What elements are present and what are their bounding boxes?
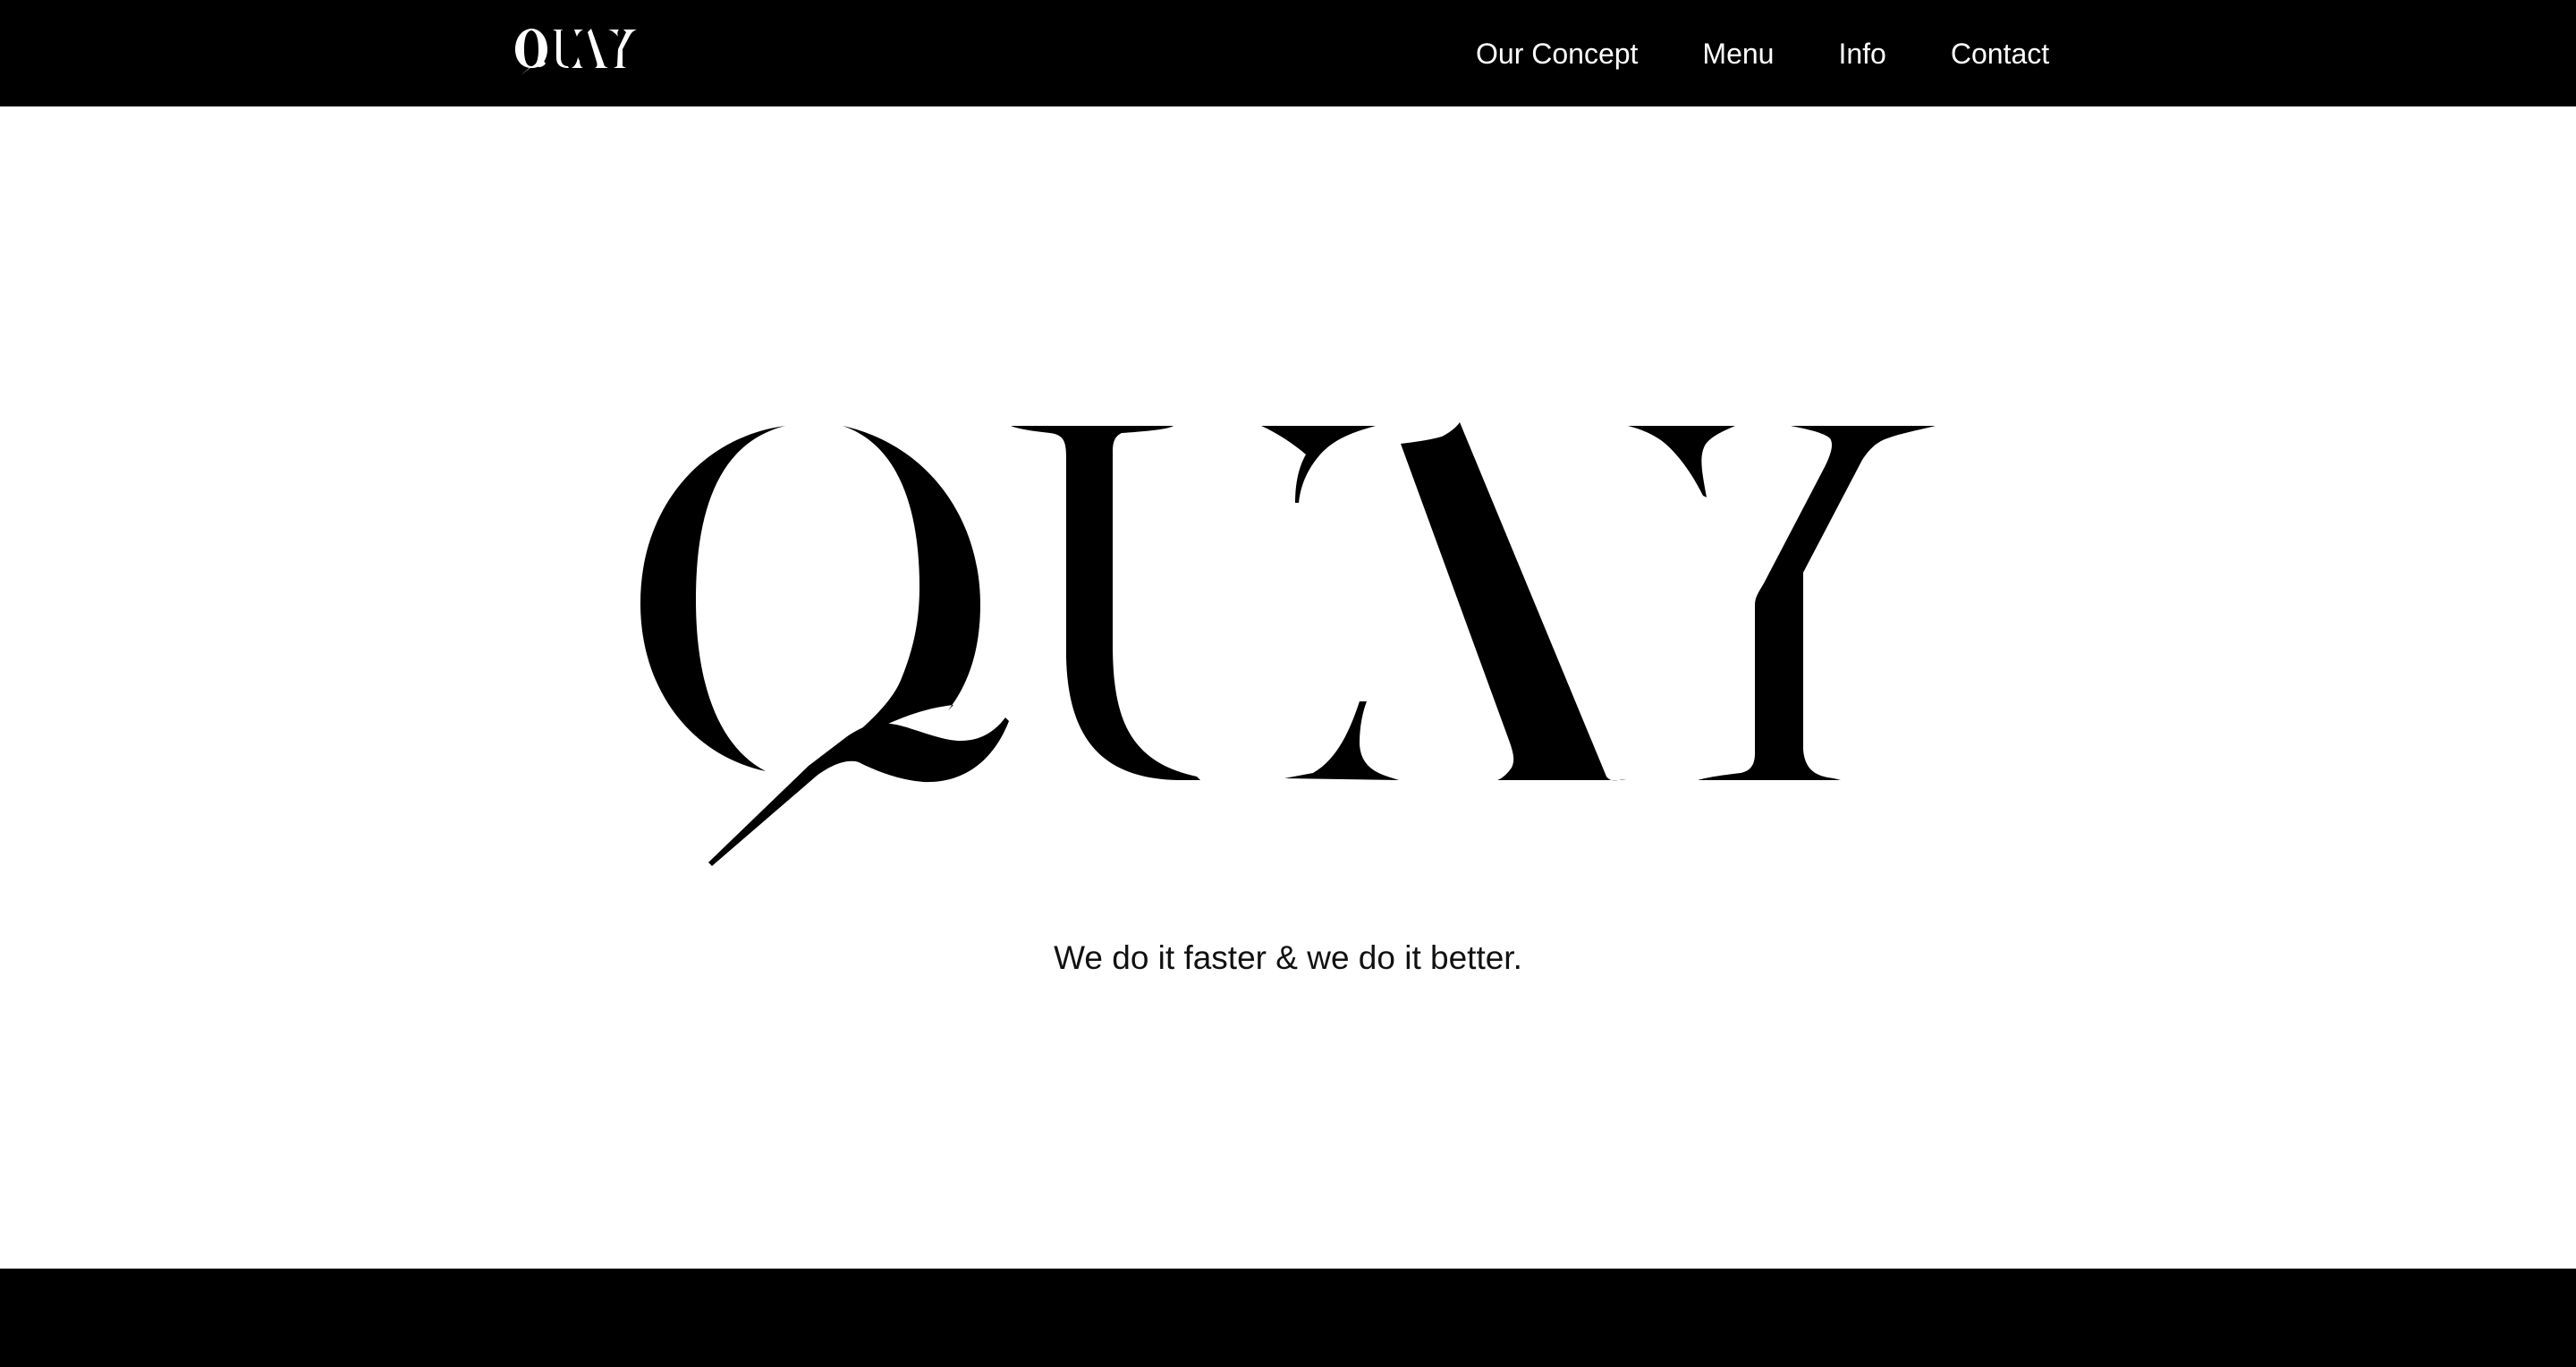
footer-bar [0,1269,2576,1367]
hero-tagline: We do it faster & we do it better. [1054,939,1522,976]
nav-link-info[interactable]: Info [1838,39,1885,68]
top-navigation-bar: Our Concept Menu Info Contact [0,0,2576,106]
main-navigation: Our Concept Menu Info Contact [1476,0,2049,106]
nav-link-contact[interactable]: Contact [1951,39,2049,68]
brand-logo-link[interactable] [512,21,660,81]
nav-link-menu[interactable]: Menu [1702,39,1774,68]
page: Our Concept Menu Info Contact We do it f… [0,0,2576,1367]
nav-link-our-concept[interactable]: Our Concept [1476,39,1638,68]
hero-logo [640,417,1936,871]
quay-logo-small [515,29,637,75]
quay-logo-large [640,422,1936,866]
